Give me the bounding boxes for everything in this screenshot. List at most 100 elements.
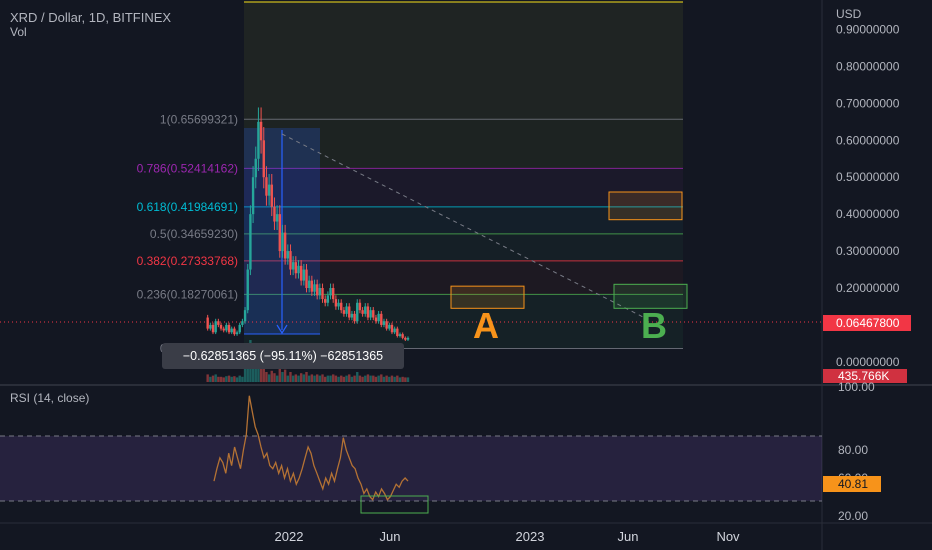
volume-bar (321, 374, 324, 382)
volume-bar (273, 373, 276, 382)
volume-bar (283, 369, 287, 382)
fib-level-label: 0.236(0.18270061) (137, 287, 238, 301)
chart-canvas[interactable]: 1(0.65699321) 0.786(0.52414162) 0.618(0.41… (0, 0, 932, 550)
candle-body (235, 332, 239, 335)
volume-bar (334, 375, 338, 382)
candle-body (299, 265, 303, 281)
target-box[interactable] (608, 191, 683, 221)
price-tick: 0.40000000 (836, 207, 900, 221)
rsi-tick-20: 20.00 (838, 509, 868, 523)
candle-body (307, 280, 311, 288)
candle-body (270, 184, 273, 207)
annotation-b[interactable]: B (641, 305, 667, 346)
volume-bar (302, 374, 306, 382)
volume-bar (238, 375, 241, 382)
volume-label[interactable]: Vol (10, 25, 171, 39)
volume-bar (337, 376, 340, 382)
volume-bar (401, 376, 404, 382)
candle-body (342, 310, 346, 314)
time-tick-2022: 2022 (275, 529, 304, 544)
volume-bar (297, 375, 300, 382)
fib-level-label: 0.382(0.27333768) (137, 254, 238, 268)
volume-bar (361, 376, 364, 382)
volume-bar (329, 375, 332, 382)
volume-bar (230, 376, 233, 382)
candle-body (334, 299, 338, 307)
volume-bar (209, 376, 212, 382)
candle-body (310, 280, 314, 292)
volume-bar (211, 375, 215, 382)
candle-body (233, 328, 236, 335)
volume-bar (318, 375, 322, 382)
volume-bar (286, 375, 290, 382)
candle-body (222, 328, 225, 331)
candle-body (398, 334, 402, 336)
price-tick: 0.30000000 (836, 244, 900, 258)
rsi-band-fill (0, 436, 822, 501)
candle-body (377, 313, 380, 322)
symbol-line[interactable]: XRD / Dollar, 1D, BITFINEX (10, 10, 171, 25)
rsi-label[interactable]: RSI (14, close) (10, 391, 89, 405)
candle-body (302, 269, 306, 281)
volume-bar (307, 375, 311, 382)
candle-body (326, 295, 330, 303)
annotation-a[interactable]: A (473, 305, 499, 346)
volume-bar (313, 375, 316, 382)
time-tick-nov: Nov (716, 529, 740, 544)
candle-body (404, 337, 407, 340)
candle-body (332, 288, 335, 300)
volume-bar (390, 375, 394, 382)
volume-bar (380, 374, 383, 382)
volume-bar (270, 370, 273, 382)
price-tick: 0.70000000 (836, 96, 900, 110)
fib-level-label: 0.786(0.52414162) (137, 161, 238, 175)
volume-bar (345, 375, 348, 382)
candle-body (361, 310, 364, 314)
candle-body (318, 288, 322, 296)
candle-body (246, 269, 249, 311)
volume-bar (342, 376, 346, 382)
candle-body (275, 214, 279, 222)
candle-body (238, 324, 241, 333)
candle-body (289, 251, 292, 270)
volume-bar (294, 374, 298, 382)
candle-body (211, 324, 215, 333)
rsi-value-text: 40.81 (838, 477, 868, 491)
candle-body (323, 299, 327, 303)
chart-legend: XRD / Dollar, 1D, BITFINEX Vol (10, 10, 171, 39)
candle-body (382, 321, 386, 325)
volume-bar (398, 377, 402, 382)
candle-body (209, 324, 212, 329)
candle-body (348, 306, 351, 318)
volume-bar (377, 375, 380, 382)
candle-body (313, 284, 316, 292)
volume-bar (222, 377, 225, 382)
fib-level-label: 1(0.65699321) (160, 112, 238, 126)
candle-body (374, 317, 378, 322)
volume-bar (289, 372, 292, 382)
volume-bar (219, 376, 223, 382)
volume-bar (323, 376, 327, 382)
volume-bar (214, 374, 217, 382)
volume-bar (227, 375, 231, 382)
volume-bar (305, 372, 308, 382)
candle-body (249, 214, 252, 270)
candle-body (337, 302, 340, 307)
candle-body (217, 321, 220, 325)
volume-bar (372, 375, 375, 382)
candle-body (380, 313, 383, 325)
candle-body (281, 232, 284, 252)
candle-body (350, 313, 354, 318)
volume-bar (275, 375, 279, 382)
volume-bar (225, 376, 228, 382)
volume-bar (265, 372, 268, 382)
candle-body (262, 140, 265, 178)
time-tick-2023: 2023 (516, 529, 545, 544)
volume-bar (233, 376, 236, 382)
volume-bar (217, 376, 220, 382)
volume-bar (291, 375, 295, 382)
volume-bar (356, 372, 359, 382)
candle-body (291, 262, 295, 270)
volume-bar (374, 376, 378, 382)
rsi-legend: RSI (14, close) (10, 391, 89, 405)
